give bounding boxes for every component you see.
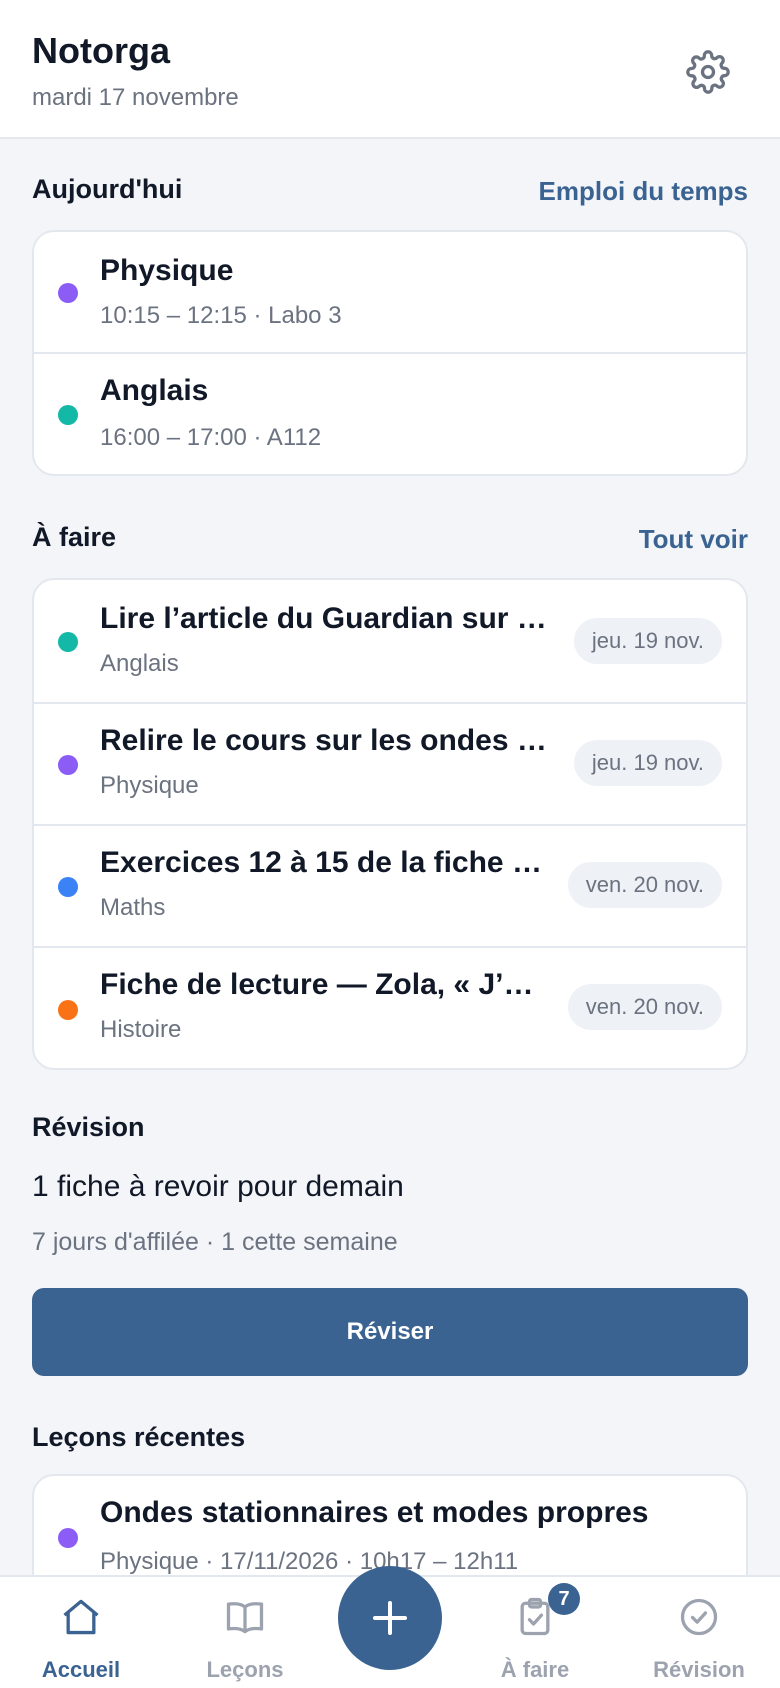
- todo-item-subject: Anglais: [100, 650, 179, 677]
- section-title-revision: Révision: [32, 1112, 145, 1142]
- todo-item-subject: Maths: [100, 894, 166, 921]
- todo-item[interactable]: Lire l’article du Guardian sur … Anglais…: [34, 580, 746, 704]
- todo-item[interactable]: Fiche de lecture — Zola, « J’… Histoire …: [34, 948, 746, 1068]
- due-date-badge: ven. 20 nov.: [567, 862, 722, 908]
- todo-item-subject: Physique: [100, 772, 199, 799]
- nav-item-home[interactable]: Accueil: [1, 1577, 161, 1688]
- book-icon: [226, 1602, 264, 1634]
- review-button[interactable]: Réviser: [32, 1288, 748, 1376]
- todo-item-subject: Histoire: [100, 1016, 182, 1043]
- add-button[interactable]: [338, 1566, 442, 1670]
- todo-item-title: Fiche de lecture — Zola, « J’…: [100, 968, 534, 1001]
- nav-label-revision: Révision: [653, 1657, 745, 1682]
- subject-color-dot: [58, 755, 78, 775]
- nav-item-todo[interactable]: À faire: [455, 1577, 615, 1688]
- lesson-item-title: Ondes stationnaires et modes propres: [100, 1496, 649, 1529]
- todo-item-title: Lire l’article du Guardian sur …: [100, 602, 547, 635]
- nav-label-home: Accueil: [41, 1657, 121, 1682]
- due-date-badge: jeu. 19 nov.: [573, 618, 722, 664]
- nav-label-todo: À faire: [500, 1657, 570, 1682]
- lesson-item-detail: Physique · 17/11/2026 · 10h17 – 12h11: [100, 1548, 519, 1575]
- current-date: mardi 17 novembre: [32, 84, 239, 111]
- todo-count-badge: 7: [548, 1583, 580, 1615]
- check-circle-icon: [680, 1598, 718, 1636]
- schedule-item-title: Physique: [100, 254, 234, 287]
- settings-button[interactable]: [680, 44, 736, 100]
- timetable-link[interactable]: Emploi du temps: [539, 176, 748, 207]
- todo-item[interactable]: Relire le cours sur les ondes … Physique…: [34, 704, 746, 826]
- section-title-recent-lessons: Leçons récentes: [32, 1422, 246, 1452]
- subject-color-dot: [58, 1000, 78, 1020]
- home-icon: [63, 1599, 99, 1635]
- schedule-item-detail: 16:00 – 17:00 · A112: [100, 424, 322, 451]
- nav-item-revision[interactable]: Révision: [619, 1577, 779, 1688]
- due-date-badge: jeu. 19 nov.: [573, 740, 722, 786]
- see-all-link[interactable]: Tout voir: [639, 524, 748, 555]
- subject-color-dot: [58, 1528, 78, 1548]
- revision-stats: 7 jours d'affilée · 1 cette semaine: [32, 1228, 398, 1256]
- schedule-item[interactable]: Physique 10:15 – 12:15 · Labo 3: [34, 232, 746, 354]
- nav-item-lessons[interactable]: Leçons: [165, 1577, 325, 1688]
- section-title-todo: À faire: [32, 522, 117, 552]
- todo-item[interactable]: Exercices 12 à 15 de la fiche … Maths ve…: [34, 826, 746, 948]
- plus-icon: [373, 1601, 407, 1635]
- due-date-badge: ven. 20 nov.: [567, 984, 722, 1030]
- todo-item-title: Relire le cours sur les ondes …: [100, 724, 547, 757]
- schedule-item-title: Anglais: [100, 374, 209, 407]
- subject-color-dot: [58, 283, 78, 303]
- app-header: Notorga mardi 17 novembre: [0, 0, 780, 139]
- gear-icon: [686, 50, 730, 94]
- todo-item-title: Exercices 12 à 15 de la fiche …: [100, 846, 542, 879]
- schedule-item[interactable]: Anglais 16:00 – 17:00 · A112: [34, 354, 746, 474]
- subject-color-dot: [58, 405, 78, 425]
- todo-card: Lire l’article du Guardian sur … Anglais…: [32, 578, 748, 1070]
- section-title-today: Aujourd'hui: [32, 174, 183, 204]
- schedule-item-detail: 10:15 – 12:15 · Labo 3: [100, 302, 342, 329]
- subject-color-dot: [58, 877, 78, 897]
- revision-summary: 1 fiche à revoir pour demain: [32, 1170, 404, 1203]
- subject-color-dot: [58, 632, 78, 652]
- nav-label-lessons: Leçons: [206, 1657, 284, 1682]
- today-card: Physique 10:15 – 12:15 · Labo 3 Anglais …: [32, 230, 748, 476]
- app-title: Notorga: [32, 30, 170, 71]
